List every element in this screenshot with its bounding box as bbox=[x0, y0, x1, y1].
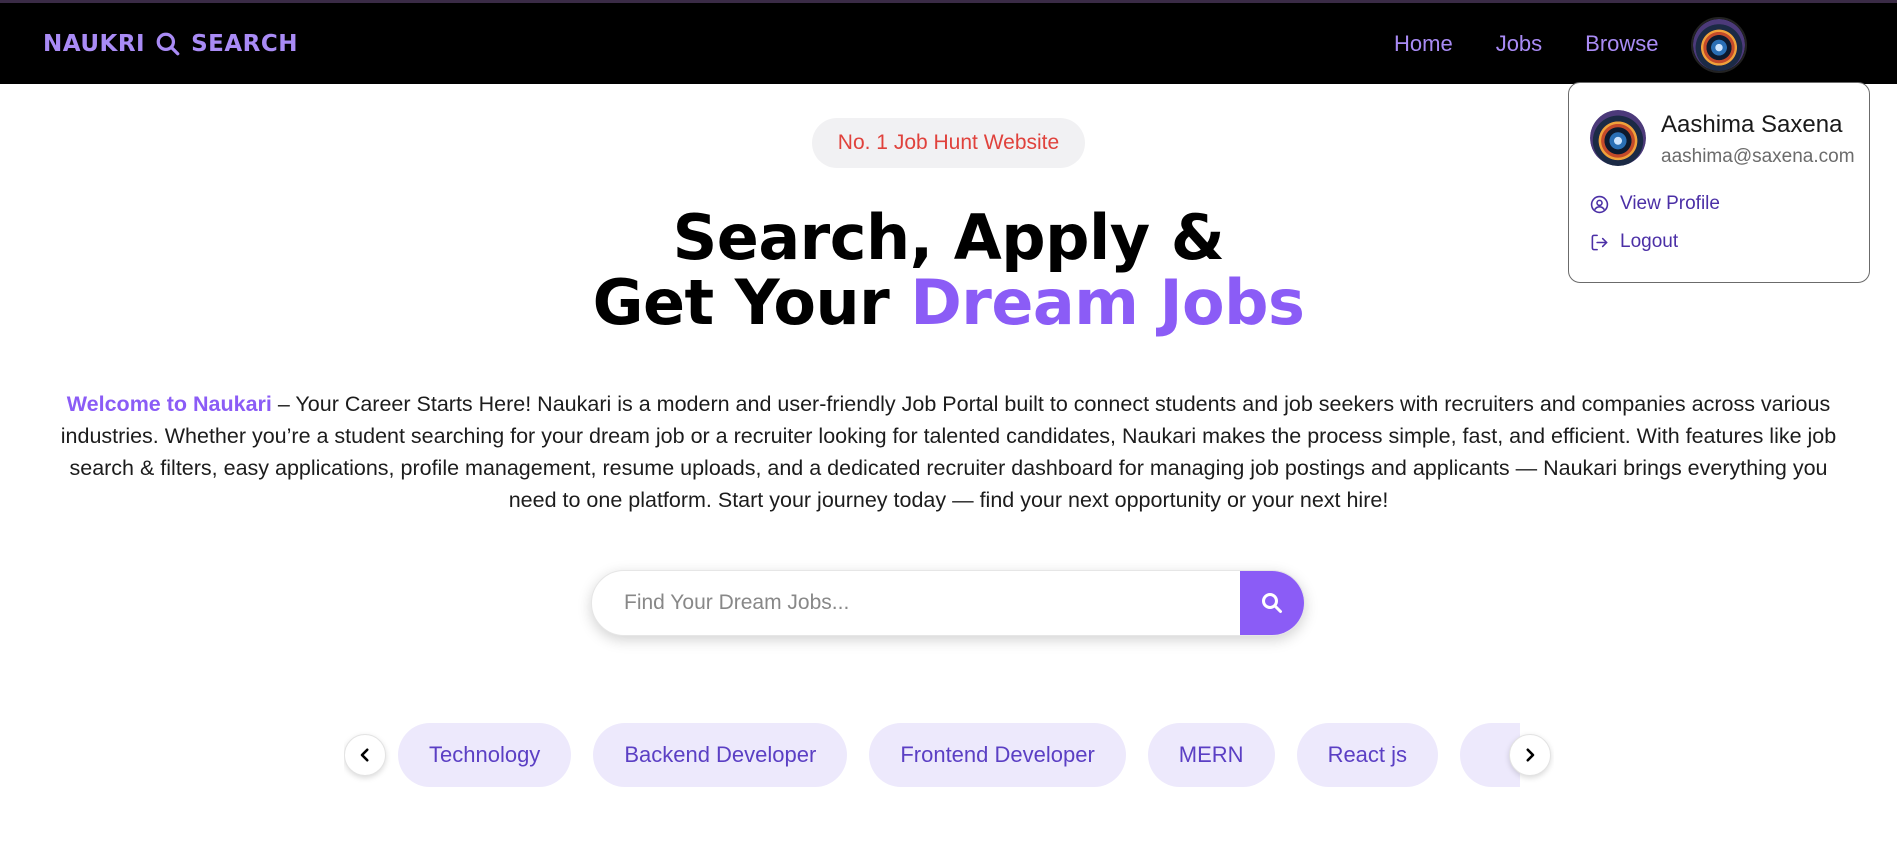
carousel-next-button[interactable] bbox=[1509, 734, 1551, 776]
nav-link-home[interactable]: Home bbox=[1394, 31, 1453, 57]
hero-line-2-prefix: Get Your bbox=[592, 266, 890, 339]
hero-badge: No. 1 Job Hunt Website bbox=[812, 118, 1085, 168]
user-avatar-button[interactable] bbox=[1691, 17, 1747, 73]
category-chip-backend-developer[interactable]: Backend Developer bbox=[593, 723, 848, 787]
hero-heading: Search, Apply & Get Your Dream Jobs bbox=[0, 205, 1897, 335]
category-chip-react-js[interactable]: React js bbox=[1296, 723, 1439, 787]
search-icon bbox=[156, 32, 180, 56]
carousel-prev-button[interactable] bbox=[344, 734, 386, 776]
category-list: Technology Backend Developer Frontend De… bbox=[398, 723, 1521, 787]
search-input[interactable] bbox=[624, 571, 1224, 635]
nav-link-jobs[interactable]: Jobs bbox=[1496, 31, 1542, 57]
user-email: aashima@saxena.com bbox=[1661, 146, 1855, 167]
welcome-text: Welcome to Naukari bbox=[66, 392, 272, 416]
category-chip-frontend-developer[interactable]: Frontend Developer bbox=[869, 723, 1126, 787]
category-chip-technology[interactable]: Technology bbox=[398, 723, 572, 787]
hero-line-2: Get Your Dream Jobs bbox=[0, 270, 1897, 335]
nav-links: Home Jobs Browse bbox=[1394, 31, 1659, 57]
site-description: Welcome to Naukari – Your Career Starts … bbox=[50, 388, 1847, 516]
navbar: NAUKRI SEARCH Home Jobs Browse bbox=[0, 3, 1897, 84]
brand-logo[interactable]: NAUKRI SEARCH bbox=[43, 29, 298, 59]
hero-accent-text: Dream Jobs bbox=[910, 266, 1305, 339]
chevron-right-icon bbox=[1526, 748, 1535, 762]
chevron-left-icon bbox=[360, 748, 369, 762]
search-bar bbox=[591, 570, 1305, 636]
hero-line-1: Search, Apply & bbox=[672, 201, 1225, 274]
description-body: – Your Career Starts Here! Naukari is a … bbox=[60, 392, 1837, 512]
dropdown-avatar bbox=[1590, 110, 1646, 166]
nav-link-browse[interactable]: Browse bbox=[1585, 31, 1658, 57]
category-carousel: Technology Backend Developer Frontend De… bbox=[344, 722, 1554, 788]
brand-text-right: SEARCH bbox=[191, 31, 299, 57]
avatar bbox=[1693, 19, 1745, 71]
user-name: Aashima Saxena bbox=[1661, 111, 1843, 138]
search-button[interactable] bbox=[1240, 571, 1304, 635]
search-icon bbox=[1262, 593, 1282, 613]
category-chip-mern[interactable]: MERN bbox=[1147, 723, 1275, 787]
brand-text-left: NAUKRI bbox=[43, 31, 146, 57]
